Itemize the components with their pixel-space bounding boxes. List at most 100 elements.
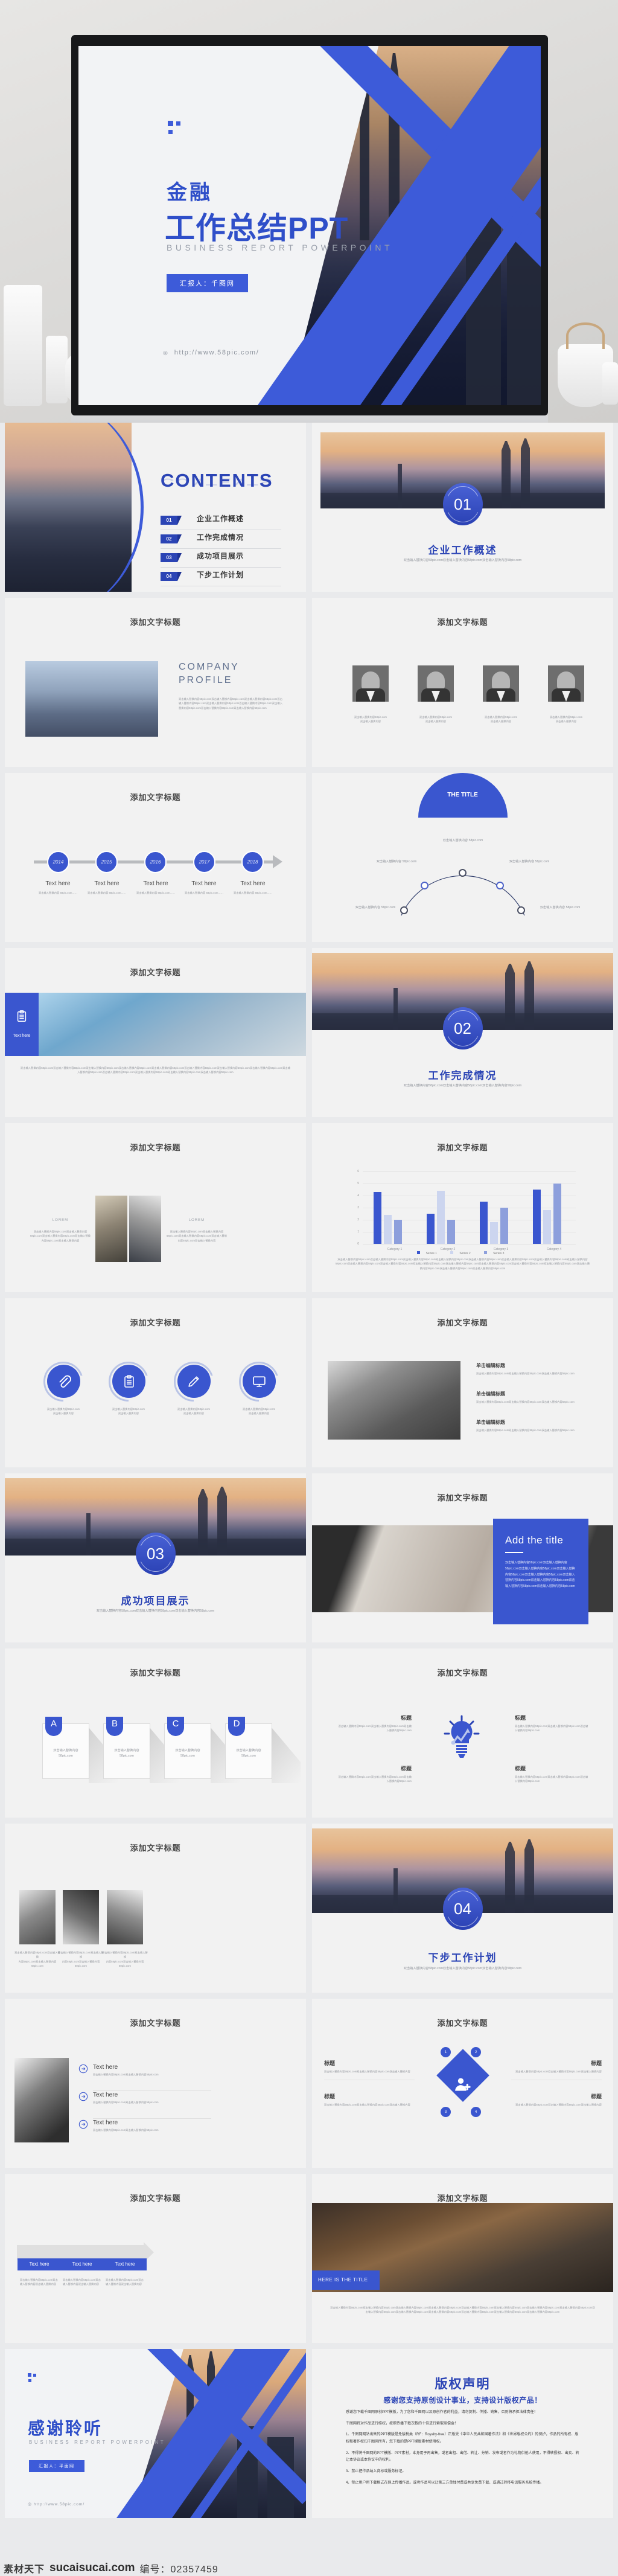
bar-s1-c3[interactable]	[480, 1202, 488, 1244]
card-b[interactable]: B 双击输入替换内容 58pic.com	[103, 1717, 150, 1779]
slide-company-profile[interactable]: 添加文字标题 COMPANY PROFILE 双击输入替换内容58pic.com…	[5, 598, 306, 767]
arrow-item-1[interactable]: Text here 双击输入替换内容58pic.com双击输入替换内容58pic…	[78, 2064, 211, 2077]
step-button-2[interactable]: Text here	[60, 2258, 104, 2270]
bulb-item-4[interactable]: 标题 双击输入替换内容58pic.com双击输入替换内容58pic.com双击输…	[515, 1764, 590, 1784]
timeline-node-3[interactable]: 2016	[144, 851, 167, 873]
slide-heading: 添加文字标题	[130, 1318, 181, 1327]
timeline-node-2[interactable]: 2015	[95, 851, 118, 873]
card-c[interactable]: C 双击输入替换内容 58pic.com	[164, 1717, 211, 1779]
team-member-2[interactable]: 双击输入替换内容58pic.com 双击输入替换内容	[411, 665, 460, 724]
slide-gallery-three[interactable]: 添加文字标题 双击输入替换内容58pic.com双击输入替换 内容58pic.c…	[5, 1824, 306, 1993]
bulb-item-1[interactable]: 标题 双击输入替换内容58pic.com双击输入替换内容58pic.com双击输…	[336, 1714, 412, 1733]
slide-three-bullets[interactable]: 添加文字标题 单击编辑标题 双击输入替换内容58pic.com双击输入替换内容5…	[312, 1298, 613, 1467]
handshake-panel-title: Add the title	[505, 1534, 564, 1546]
bar-s3-c3[interactable]	[500, 1208, 508, 1244]
slide-dome-diagram[interactable]: 添加文字标题 THE TITLE 双击输入替换内容 58pic.com 双击输入…	[312, 773, 613, 942]
slide-contents[interactable]: CONTENTS CONTENTS 01 企业工作概述 02 工作完成情况 03…	[5, 423, 306, 592]
icon-item-2[interactable]: 双击输入替换内容58pic.com 双击输入替换内容	[104, 1362, 153, 1416]
diamond-num-4[interactable]: 4	[471, 2107, 481, 2117]
timeline-node-5[interactable]: 2018	[241, 851, 264, 873]
slide-heading: 添加文字标题	[437, 2019, 488, 2028]
bar-s1-c4[interactable]	[533, 1190, 541, 1244]
bar-chart[interactable]: 6 5 4 3 2 1 0 Category 1 Category 2 Cate…	[349, 1170, 576, 1255]
diamond-item-3[interactable]: 标题 双击输入替换内容58pic.com双击输入替换内容58pic.com双击输…	[324, 2092, 415, 2107]
bar-s3-c2[interactable]	[447, 1220, 455, 1244]
bar-s3-c1[interactable]	[394, 1220, 402, 1244]
slide-four-icons[interactable]: 添加文字标题 双击输入替换内容58pic.com 双击输入替换内容 双击输入替换…	[5, 1298, 306, 1467]
slide-diamond-diagram[interactable]: 添加文字标题 1 2 3 4 标题 双击输入替换内容58pic.com双击输入替…	[312, 1999, 613, 2168]
decor-handle-right	[566, 322, 605, 349]
contents-item-1[interactable]: 01 企业工作概述	[161, 513, 281, 530]
slide-chapter-04[interactable]: 04 下步工作计划 双击输入替换内容58pic.com双击输入替换内容58pic…	[312, 1824, 613, 1993]
chapter-03-number: 03	[135, 1533, 176, 1575]
bar-s2-c2[interactable]	[437, 1191, 445, 1244]
slide-letter-cards[interactable]: 添加文字标题 A 双击输入替换内容 58pic.com B 双击输入替换内容 58p…	[5, 1648, 306, 1818]
timeline-node-4[interactable]: 2017	[193, 851, 215, 873]
arrow-item-2[interactable]: Text here 双击输入替换内容58pic.com双击输入替换内容58pic…	[78, 2092, 211, 2104]
gallery-caption-1-line1: 双击输入替换内容58pic.com双击输入替换	[14, 1951, 60, 1959]
legend-series-2[interactable]: Series 2	[450, 1251, 474, 1255]
contents-item-2[interactable]: 02 工作完成情况	[161, 532, 281, 549]
card-a[interactable]: A 双击输入替换内容 58pic.com	[42, 1717, 89, 1779]
diamond-item-4[interactable]: 标题 双击输入替换内容58pic.com双击输入替换内容58pic.com双击输…	[511, 2092, 602, 2107]
bullet-3[interactable]: 单击编辑标题 双击输入替换内容58pic.com双击输入替换内容58pic.co…	[476, 1419, 597, 1432]
legend-series-1[interactable]: Series 1	[416, 1251, 441, 1255]
arrow-item-3[interactable]: Text here 双击输入替换内容58pic.com双击输入替换内容58pic…	[78, 2119, 211, 2132]
bulb-item-3[interactable]: 标题 双击输入替换内容58pic.com双击输入替换内容58pic.com双击输…	[336, 1764, 412, 1784]
bar-s3-c4[interactable]	[553, 1184, 561, 1244]
bulb-item-2[interactable]: 标题 双击输入替换内容58pic.com双击输入替换内容58pic.com双击输…	[515, 1714, 590, 1733]
slide-three-steps[interactable]: 添加文字标题 Text here Text here Text here 双击输…	[5, 2174, 306, 2343]
slide-thank-you[interactable]: 感谢聆听 BUSINESS REPORT POWERPOINT 汇报人：平面网 …	[5, 2349, 306, 2518]
dome-node-lower-right[interactable]	[517, 906, 525, 914]
bullet-1[interactable]: 单击编辑标题 双击输入替换内容58pic.com双击输入替换内容58pic.co…	[476, 1362, 597, 1376]
glass-tower-photo	[14, 2058, 69, 2142]
bar-s1-c2[interactable]	[427, 1214, 435, 1244]
slide-lorem-photos[interactable]: 添加文字标题 LOREM 双击输入替换内容58pic.com双击输入替换内容58…	[5, 1123, 306, 1292]
bar-s2-c3[interactable]	[490, 1222, 498, 1244]
dome-node-top[interactable]	[459, 869, 467, 877]
bullet-2[interactable]: 单击编辑标题 双击输入替换内容58pic.com双击输入替换内容58pic.co…	[476, 1391, 597, 1404]
slide-city-title[interactable]: 添加文字标题 HERE IS THE TITLE 双击输入替换内容58pic.c…	[312, 2174, 613, 2343]
team-member-4[interactable]: 双击输入替换内容58pic.com 双击输入替换内容	[541, 665, 591, 724]
dome-node-upper-right[interactable]	[496, 882, 504, 889]
slide-timeline[interactable]: 添加文字标题 2014 2015 2016 2017 2018 Text her…	[5, 773, 306, 942]
diamond-num-3[interactable]: 3	[441, 2107, 451, 2117]
copyright-para-4: 2、不得将千图网的PPT模版、PPT素材，本身用于再出售，或者出租、出借、转让、…	[346, 2451, 579, 2462]
diamond-num-2[interactable]: 2	[471, 2047, 481, 2057]
step-button-3[interactable]: Text here	[103, 2258, 147, 2270]
slide-lightbulb[interactable]: 添加文字标题 标题 双击输入替换内容58pic.com双击输入替换内容58pic…	[312, 1648, 613, 1818]
slide-bar-chart[interactable]: 添加文字标题 6 5 4 3 2 1 0 Category 1 Category…	[312, 1123, 613, 1292]
icon-item-4[interactable]: 双击输入替换内容58pic.com 双击输入替换内容	[234, 1362, 284, 1416]
slide-team[interactable]: 添加文字标题 双击输入替换内容58pic.com 双击输入替换内容 双击输入替换…	[312, 598, 613, 767]
icon-item-3[interactable]: 双击输入替换内容58pic.com 双击输入替换内容	[169, 1362, 218, 1416]
timeline-node-1[interactable]: 2014	[47, 851, 69, 873]
contents-item-4[interactable]: 04 下步工作计划	[161, 569, 281, 586]
slide-chapter-01[interactable]: 01 企业工作概述 双击输入替换内容58pic.com双击输入替换内容58pic…	[312, 423, 613, 592]
icon-item-1[interactable]: 双击输入替换内容58pic.com 双击输入替换内容	[39, 1362, 88, 1416]
diamond-item-2[interactable]: 标题 双击输入替换内容58pic.com双击输入替换内容58pic.com双击输…	[511, 2059, 602, 2081]
copyright-para-5: 3、禁止把作品纳入商标或服务标记。	[346, 2470, 406, 2474]
diamond-num-1[interactable]: 1	[441, 2047, 451, 2057]
chapter-02-number-text: 02	[454, 1019, 471, 1037]
bar-s2-c1[interactable]	[384, 1215, 392, 1244]
legend-series-3[interactable]: Series 3	[484, 1251, 508, 1255]
chapter-03-title: 成功项目展示	[121, 1595, 190, 1607]
step-button-1[interactable]: Text here	[18, 2258, 61, 2270]
dome-node-upper-left[interactable]	[421, 882, 428, 889]
team-member-3[interactable]: 双击输入替换内容58pic.com 双击输入替换内容	[476, 665, 526, 724]
bar-s2-c4[interactable]	[543, 1210, 551, 1244]
card-d[interactable]: D 双击输入替换内容 58pic.com	[225, 1717, 272, 1779]
chapter-03-number-text: 03	[147, 1544, 164, 1563]
slide-banner-image[interactable]: 添加文字标题 Text here 双击输入替换内容58pic.com双击输入替换…	[5, 948, 306, 1117]
slide-arrow-list[interactable]: 添加文字标题 Text here 双击输入替换内容58pic.com双击输入替换…	[5, 1999, 306, 2168]
skyscraper-photo	[328, 1361, 460, 1440]
contents-item-3[interactable]: 03 成功项目展示	[161, 551, 281, 568]
slide-copyright[interactable]: 版权声明 感谢您支持原创设计事业，支持设计版权产品！ 感谢您下载千图网原创PPT…	[312, 2349, 613, 2518]
bar-s1-c1[interactable]	[374, 1192, 381, 1244]
slide-chapter-02[interactable]: 02 工作完成情况 双击输入替换内容58pic.com双击输入替换内容58pic…	[312, 948, 613, 1117]
team-member-1[interactable]: 双击输入替换内容58pic.com 双击输入替换内容	[346, 665, 395, 724]
slide-chapter-03[interactable]: 03 成功项目展示 双击输入替换内容58pic.com双击输入替换内容58pic…	[5, 1473, 306, 1642]
slide-handshake[interactable]: 添加文字标题 Add the title 双击输入替换内容58pic.com双击…	[312, 1473, 613, 1642]
diamond-item-1[interactable]: 标题 双击输入替换内容58pic.com双击输入替换内容58pic.com双击输…	[324, 2059, 415, 2081]
arrow-circle-icon	[78, 2092, 88, 2101]
